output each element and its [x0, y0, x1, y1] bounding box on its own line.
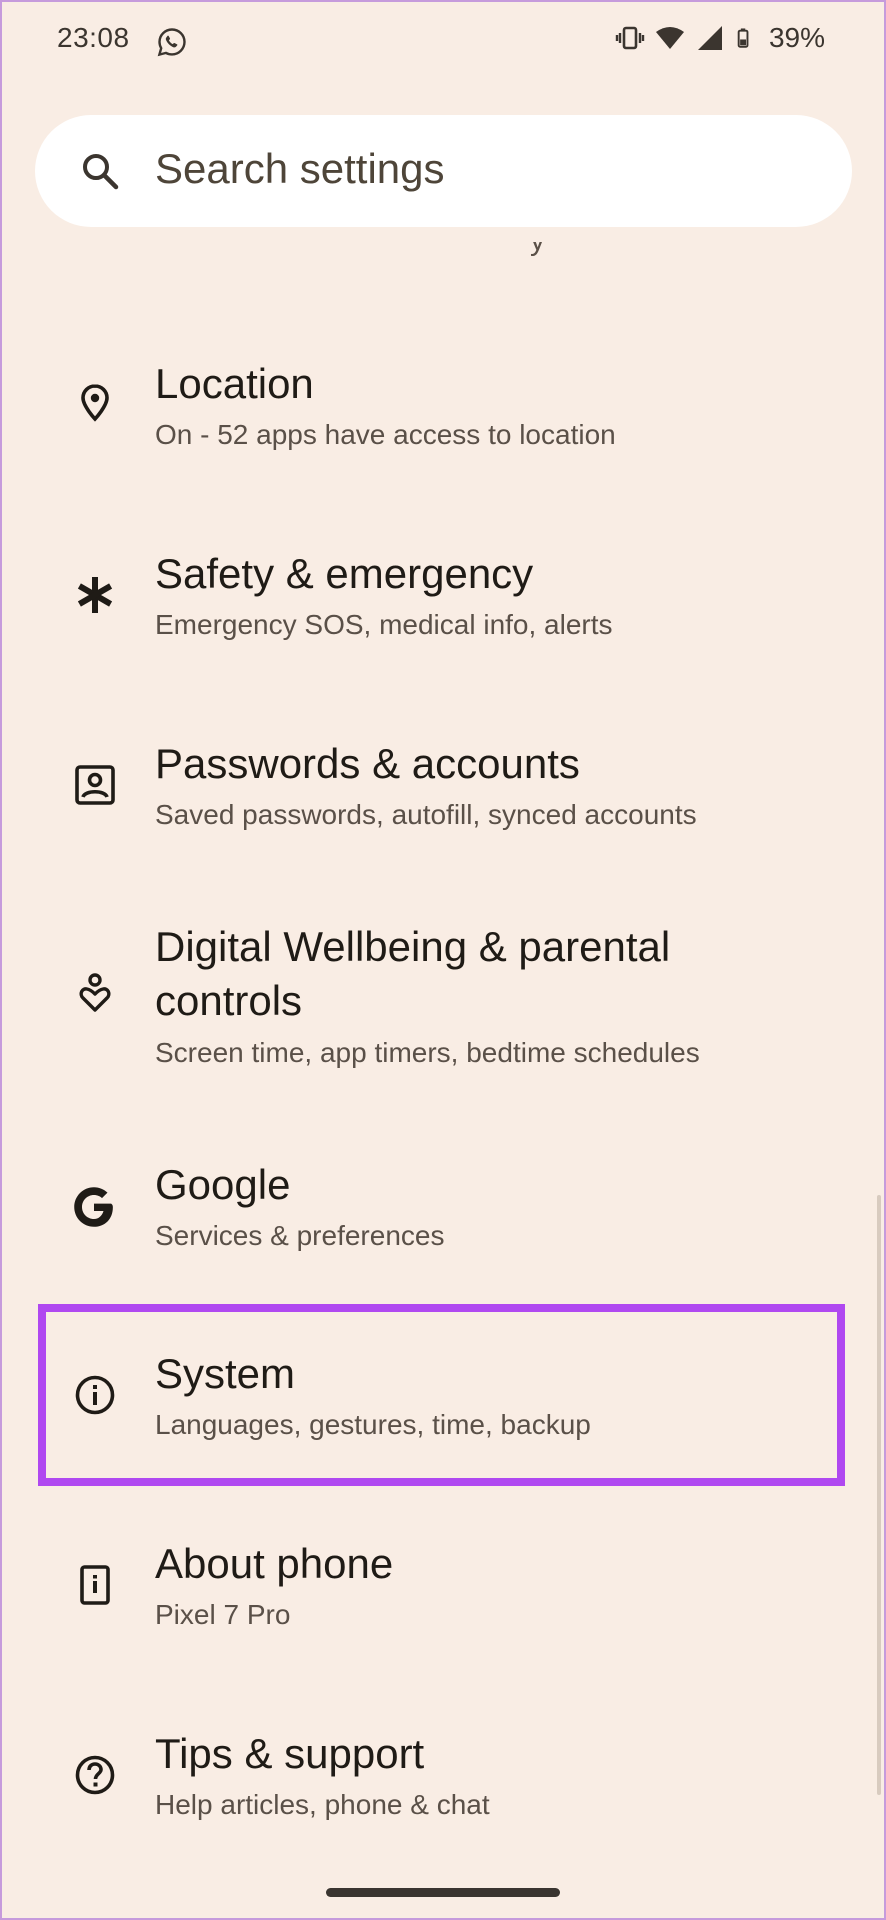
- help-circle-icon: [75, 1755, 115, 1795]
- settings-item-location[interactable]: Location On - 52 apps have access to loc…: [0, 340, 886, 490]
- google-g-icon: [74, 1187, 113, 1227]
- item-title: Safety & emergency: [155, 550, 534, 597]
- item-title: Location: [155, 360, 314, 407]
- phone-info-icon: [80, 1565, 110, 1605]
- item-subtitle: Services & preferences: [155, 1220, 445, 1251]
- item-title: Tips & support: [155, 1730, 425, 1777]
- item-subtitle: Languages, gestures, time, backup: [155, 1409, 591, 1440]
- item-title: About phone: [155, 1540, 394, 1587]
- vibrate-icon: [615, 26, 645, 50]
- item-subtitle: Help articles, phone & chat: [155, 1789, 490, 1820]
- settings-item-digital-wellbeing[interactable]: Digital Wellbeing & parental controls Sc…: [0, 905, 886, 1115]
- search-input[interactable]: Search settings: [155, 145, 445, 193]
- item-title: Google: [155, 1161, 291, 1208]
- scrollbar[interactable]: [877, 1195, 881, 1795]
- wifi-icon: [655, 27, 684, 49]
- item-title-line2: controls: [155, 977, 303, 1024]
- item-title: System: [155, 1350, 296, 1397]
- item-subtitle: Pixel 7 Pro: [155, 1599, 291, 1630]
- item-subtitle: On - 52 apps have access to location: [155, 419, 616, 450]
- status-icons: 39%: [615, 22, 825, 54]
- settings-item-system[interactable]: System Languages, gestures, time, backup: [0, 1330, 886, 1480]
- item-subtitle: Saved passwords, autofill, synced accoun…: [155, 799, 697, 830]
- search-bar[interactable]: Search settings: [35, 115, 852, 227]
- settings-item-google[interactable]: Google Services & preferences: [0, 1150, 886, 1300]
- settings-item-tips-support[interactable]: Tips & support Help articles, phone & ch…: [0, 1710, 886, 1860]
- battery-icon: [737, 28, 749, 48]
- item-subtitle: Emergency SOS, medical info, alerts: [155, 609, 613, 640]
- item-title: Passwords & accounts: [155, 740, 580, 787]
- account-box-icon: [75, 765, 115, 805]
- asterisk-icon: [77, 577, 113, 613]
- location-pin-icon: [81, 384, 109, 422]
- home-indicator[interactable]: [326, 1888, 560, 1897]
- signal-icon: [697, 26, 722, 50]
- settings-item-passwords-accounts[interactable]: Passwords & accounts Saved passwords, au…: [0, 720, 886, 870]
- search-icon: [83, 154, 119, 190]
- settings-item-about-phone[interactable]: About phone Pixel 7 Pro: [0, 1520, 886, 1670]
- item-title-line1: Digital Wellbeing & parental: [155, 923, 671, 970]
- settings-item-safety-emergency[interactable]: Safety & emergency Emergency SOS, medica…: [0, 530, 886, 680]
- battery-percent: 39%: [768, 22, 825, 53]
- wellbeing-icon: [79, 973, 111, 1012]
- item-subtitle: Screen time, app timers, bedtime schedul…: [155, 1037, 700, 1068]
- status-time: 23:08: [57, 22, 130, 53]
- info-icon: [75, 1375, 115, 1415]
- status-bar: 23:08 39%: [0, 0, 886, 82]
- partial-item-text: y /: [530, 242, 570, 262]
- whatsapp-icon: [157, 28, 186, 57]
